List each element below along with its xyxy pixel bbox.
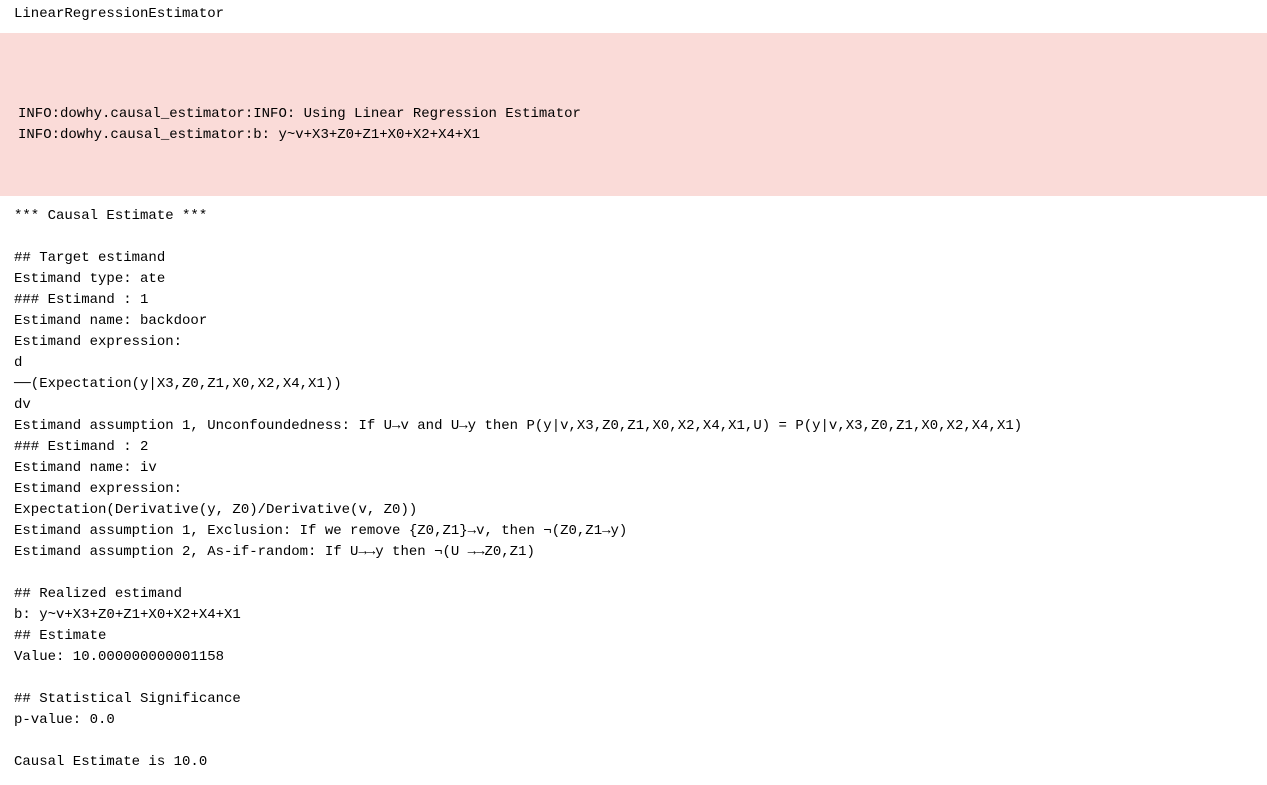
estimand-2-name: Estimand name: iv [14, 460, 157, 476]
estimand-2-assumption-2: Estimand assumption 2, As-if-random: If … [14, 544, 535, 560]
p-value: p-value: 0.0 [14, 712, 115, 728]
info-log-line: INFO:dowhy.causal_estimator:b: y~v+X3+Z0… [18, 127, 480, 143]
estimand-1-expr-top: d [14, 355, 22, 371]
causal-estimate-summary: Causal Estimate is 10.0 [14, 754, 207, 770]
info-log-block: INFO:dowhy.causal_estimator:INFO: Using … [0, 33, 1267, 196]
info-log-line: INFO:dowhy.causal_estimator:INFO: Using … [18, 106, 581, 122]
estimand-1-expr-label: Estimand expression: [14, 334, 182, 350]
estimand-type: Estimand type: ate [14, 271, 165, 287]
realized-estimand-expr: b: y~v+X3+Z0+Z1+X0+X2+X4+X1 [14, 607, 241, 623]
section-realized-estimand: ## Realized estimand [14, 586, 182, 602]
estimand-2-expr-label: Estimand expression: [14, 481, 182, 497]
output-header: *** Causal Estimate *** [14, 208, 207, 224]
estimand-2-expr: Expectation(Derivative(y, Z0)/Derivative… [14, 502, 417, 518]
estimand-2-header: ### Estimand : 2 [14, 439, 148, 455]
estimand-2-assumption-1: Estimand assumption 1, Exclusion: If we … [14, 523, 627, 539]
estimate-value: Value: 10.000000000001158 [14, 649, 224, 665]
estimand-1-header: ### Estimand : 1 [14, 292, 148, 308]
estimator-title: LinearRegressionEstimator [14, 4, 1253, 33]
output-block: *** Causal Estimate *** ## Target estima… [14, 206, 1253, 773]
estimand-1-name: Estimand name: backdoor [14, 313, 207, 329]
section-statistical-significance: ## Statistical Significance [14, 691, 241, 707]
estimand-1-expr-mid: ──(Expectation(y|X3,Z0,Z1,X0,X2,X4,X1)) [14, 376, 342, 392]
section-target-estimand: ## Target estimand [14, 250, 165, 266]
estimand-1-expr-bot: dv [14, 397, 31, 413]
estimand-1-assumption: Estimand assumption 1, Unconfoundedness:… [14, 418, 1022, 434]
section-estimate: ## Estimate [14, 628, 106, 644]
